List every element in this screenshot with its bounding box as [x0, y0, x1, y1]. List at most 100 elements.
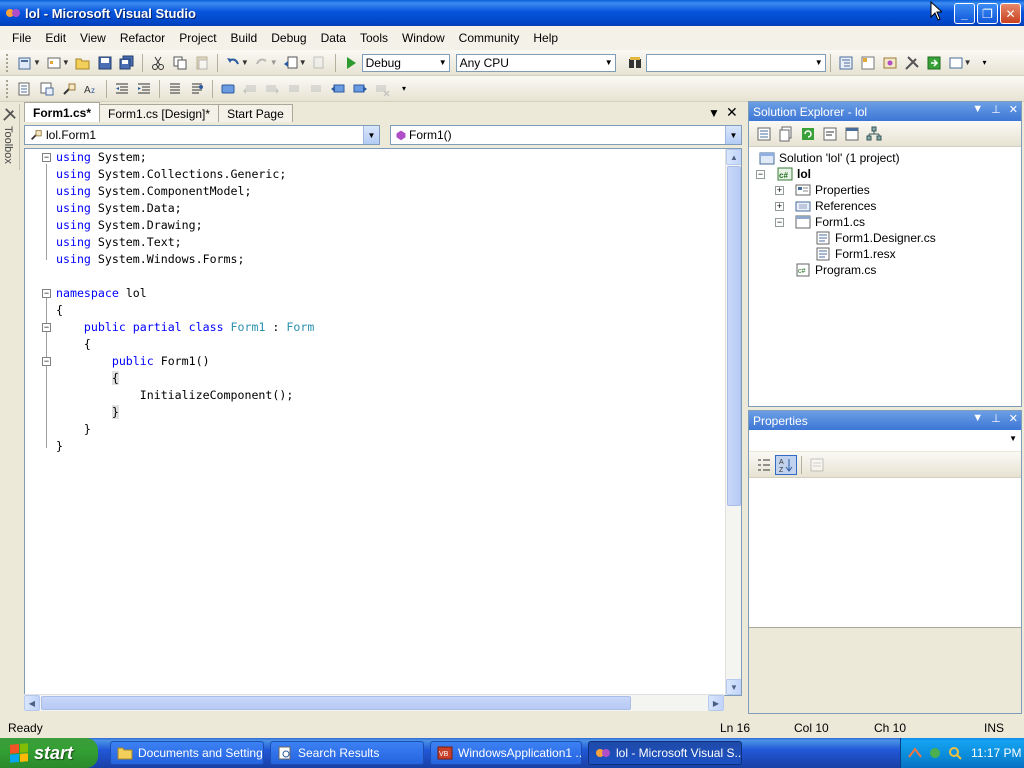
menu-refactor[interactable]: Refactor [113, 31, 172, 45]
vertical-scrollbar[interactable]: ▲ ▼ [725, 149, 741, 695]
categorized-button[interactable] [753, 455, 775, 475]
open-file-button[interactable] [72, 53, 94, 73]
next-bookmark-button[interactable] [261, 79, 283, 99]
object-selector-dropdown[interactable]: ▼ [749, 430, 1021, 452]
navigate-forward-button[interactable] [309, 53, 331, 73]
vertical-scroll-thumb[interactable] [727, 166, 741, 506]
properties-header[interactable]: Properties ▼ ⊥ ✕ [749, 411, 1021, 430]
auto-hide-pin-icon[interactable]: ⊥ [991, 412, 1001, 425]
scroll-up-arrow[interactable]: ▲ [726, 149, 741, 165]
previous-bookmark-button[interactable] [239, 79, 261, 99]
tree-item-solution[interactable]: Solution 'lol' (1 project) [759, 150, 900, 166]
start-page-button[interactable] [923, 53, 945, 73]
save-all-button[interactable] [116, 53, 138, 73]
taskbar-item-lol-visual-studio[interactable]: lol - Microsoft Visual S... [588, 741, 742, 765]
restore-button[interactable]: ❐ [977, 3, 998, 24]
display-parameter-info-button[interactable] [36, 79, 58, 99]
tree-item-references[interactable]: References [795, 198, 876, 214]
chevron-down-icon[interactable]: ▼ [62, 58, 70, 67]
solution-configuration-dropdown[interactable]: Debug ▼ [361, 53, 450, 72]
display-object-member-list-button[interactable] [14, 79, 36, 99]
menu-tools[interactable]: Tools [353, 31, 395, 45]
find-combo[interactable]: ▼ [645, 53, 826, 72]
toolbar-grip[interactable] [6, 53, 10, 72]
horizontal-scrollbar[interactable]: ◀ ▶ [24, 694, 724, 711]
chevron-down-icon[interactable]: ▼ [241, 58, 249, 67]
previous-bookmark-in-document-button[interactable] [327, 79, 349, 99]
menu-build[interactable]: Build [224, 31, 265, 45]
menu-view[interactable]: View [73, 31, 113, 45]
toolbar-options-button[interactable]: ▾ [974, 53, 996, 73]
previous-bookmark-in-folder-button[interactable] [283, 79, 305, 99]
show-all-files-button[interactable] [775, 124, 797, 144]
search-icon[interactable] [947, 745, 963, 761]
increase-indent-button[interactable] [133, 79, 155, 99]
property-pages-button[interactable] [806, 455, 828, 475]
collapse-class-toggle[interactable]: − [42, 323, 51, 332]
minimize-button[interactable]: _ [954, 3, 975, 24]
chevron-down-icon[interactable]: ▼ [270, 58, 278, 67]
chevron-down-icon[interactable]: ▼ [964, 58, 972, 67]
members-dropdown[interactable]: Form1() ▼ [390, 125, 742, 145]
window-position-dropdown[interactable]: ▼ [972, 412, 983, 425]
tab-form1-design[interactable]: Form1.cs [Design]* [99, 104, 220, 122]
object-browser-button[interactable] [879, 53, 901, 73]
close-document-button[interactable]: ✕ [726, 104, 738, 121]
menu-data[interactable]: Data [314, 31, 353, 45]
next-bookmark-in-folder-button[interactable] [305, 79, 327, 99]
collapse-namespace-toggle[interactable]: − [42, 289, 51, 298]
scroll-down-arrow[interactable]: ▼ [726, 679, 741, 695]
taskbar-item-documents[interactable]: Documents and Settings [110, 741, 264, 765]
window-position-dropdown[interactable]: ▼ [972, 103, 983, 116]
menu-edit[interactable]: Edit [38, 31, 73, 45]
properties-button[interactable] [753, 124, 775, 144]
recycle-icon[interactable] [927, 745, 943, 761]
tree-item-form1-resx[interactable]: Form1.resx [815, 246, 896, 262]
solution-explorer-header[interactable]: Solution Explorer - lol ▼ ⊥ ✕ [749, 102, 1021, 121]
expand-toggle[interactable]: + [775, 186, 784, 195]
toolbox-tab[interactable]: Toolbox [0, 104, 20, 170]
find-in-files-button[interactable] [624, 53, 646, 73]
close-button[interactable]: ✕ [1000, 3, 1021, 24]
auto-hide-pin-icon[interactable]: ⊥ [991, 103, 1001, 116]
menu-file[interactable]: File [5, 31, 38, 45]
chevron-down-icon[interactable]: ▼ [33, 58, 41, 67]
refresh-button[interactable] [797, 124, 819, 144]
decrease-indent-button[interactable] [111, 79, 133, 99]
types-dropdown[interactable]: lol.Form1 ▼ [24, 125, 380, 145]
menu-debug[interactable]: Debug [264, 31, 313, 45]
collapse-toggle[interactable]: − [775, 218, 784, 227]
comment-lines-button[interactable] [164, 79, 186, 99]
tree-item-program-cs[interactable]: c# Program.cs [795, 262, 876, 278]
tree-item-properties[interactable]: Properties [795, 182, 870, 198]
display-quick-info-button[interactable] [58, 79, 80, 99]
tree-item-form1-cs[interactable]: Form1.cs [795, 214, 865, 230]
tree-item-project-lol[interactable]: c# lol [777, 166, 811, 182]
solution-explorer-button[interactable] [835, 53, 857, 73]
toolbar-options-button[interactable]: ▾ [393, 79, 415, 99]
alphabetical-button[interactable]: AZ [775, 454, 797, 475]
tab-form1-cs[interactable]: Form1.cs* [24, 102, 101, 122]
code-editor[interactable]: − − − − using System; using System.Colle… [24, 148, 742, 696]
toolbar-grip[interactable] [6, 79, 10, 98]
menu-window[interactable]: Window [395, 31, 452, 45]
collapse-toggle[interactable]: − [756, 170, 765, 179]
clear-bookmarks-button[interactable] [371, 79, 393, 99]
active-files-dropdown[interactable]: ▼ [708, 106, 720, 120]
next-bookmark-in-document-button[interactable] [349, 79, 371, 99]
start-button[interactable]: start [0, 738, 98, 768]
solution-platform-dropdown[interactable]: Any CPU ▼ [455, 53, 616, 72]
tree-item-form1-designer-cs[interactable]: Form1.Designer.cs [815, 230, 936, 246]
collapse-using-toggle[interactable]: − [42, 153, 51, 162]
menu-community[interactable]: Community [452, 31, 527, 45]
view-designer-button[interactable] [841, 124, 863, 144]
uncomment-lines-button[interactable] [186, 79, 208, 99]
view-code-button[interactable] [819, 124, 841, 144]
chevron-down-icon[interactable]: ▼ [299, 58, 307, 67]
taskbar-item-windowsapplication1[interactable]: VB WindowsApplication1 ... [430, 741, 582, 765]
title-bar[interactable]: lol - Microsoft Visual Studio _ ❐ ✕ [0, 0, 1024, 26]
clock[interactable]: 11:17 PM [971, 746, 1021, 760]
menu-project[interactable]: Project [172, 31, 223, 45]
network-icon[interactable] [907, 745, 923, 761]
start-debugging-button[interactable] [340, 53, 362, 73]
